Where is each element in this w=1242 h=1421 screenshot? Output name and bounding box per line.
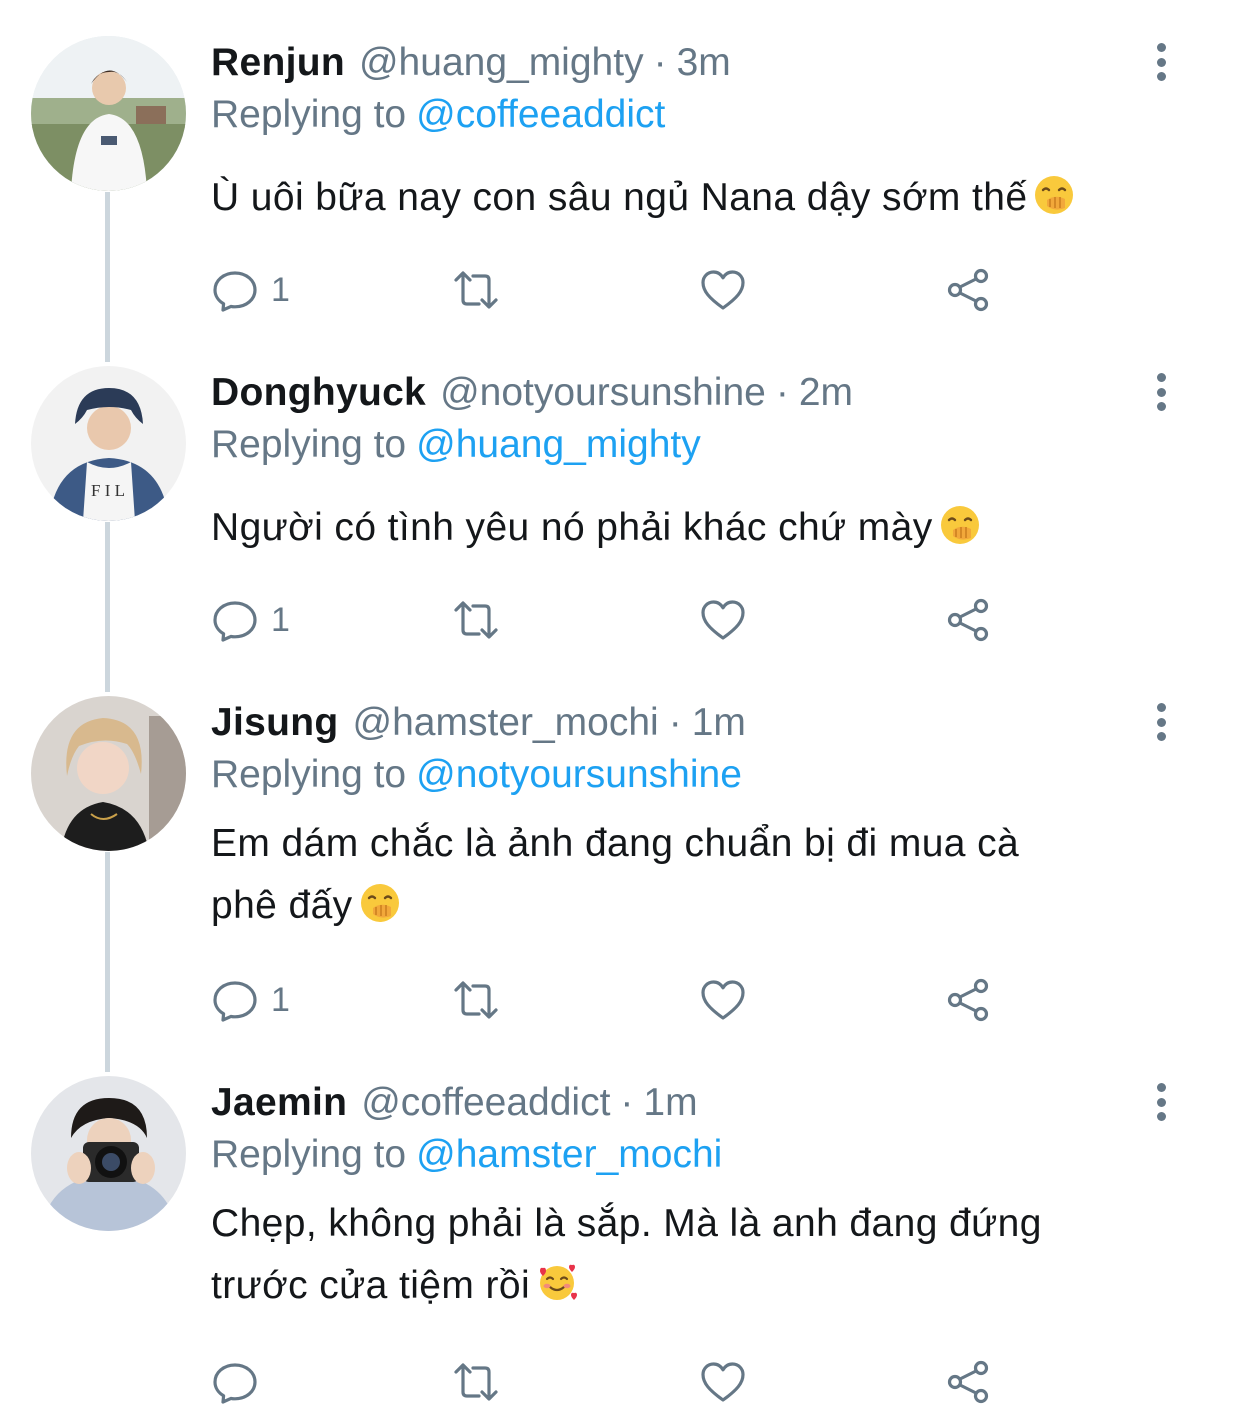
separator-dot: ·: [775, 371, 789, 414]
tweet-text-content: Người có tình yêu nó phải khác chứ mày: [211, 506, 933, 549]
replying-to: Replying to @coffeeaddict: [211, 92, 665, 138]
mention-link[interactable]: @hamster_mochi: [416, 1133, 722, 1176]
share-icon: [947, 978, 989, 1022]
display-name[interactable]: Renjun: [211, 40, 345, 86]
retweet-button[interactable]: [452, 595, 500, 645]
display-name[interactable]: Jaemin: [211, 1080, 347, 1126]
more-options-icon[interactable]: [1145, 370, 1177, 414]
face-with-hand-over-mouth-icon: [1035, 176, 1074, 214]
tweet-actions: [211, 1357, 1011, 1407]
smiling-face-with-hearts-icon: [540, 1264, 578, 1300]
more-options-icon[interactable]: [1145, 700, 1177, 744]
heart-icon: [701, 270, 745, 310]
avatar[interactable]: [31, 696, 186, 851]
reply-thread: Renjun @huang_mighty · 3m Replying to @co…: [0, 0, 1242, 1421]
face-with-hand-over-mouth-icon: [360, 884, 399, 922]
reply-count: 1: [271, 980, 290, 1019]
tweet-header: Donghyuck @notyoursunshine · 2m: [211, 370, 853, 416]
tweet-text-line: trước cửa tiệm rồi: [211, 1264, 531, 1307]
tweet-text: Ù uôi bữa nay con sâu ngủ Nana dậy sớm t…: [211, 167, 1171, 229]
like-button[interactable]: [699, 975, 747, 1025]
reply-button[interactable]: 1: [211, 595, 290, 645]
retweet-button[interactable]: [452, 975, 500, 1025]
more-options-icon[interactable]: [1145, 40, 1177, 84]
timestamp[interactable]: 3m: [677, 40, 731, 86]
separator-dot: ·: [668, 701, 682, 744]
retweet-button[interactable]: [452, 1357, 500, 1407]
like-button[interactable]: [699, 1357, 747, 1407]
display-name[interactable]: Donghyuck: [211, 370, 426, 416]
reply-button[interactable]: 1: [211, 265, 290, 315]
reply-button[interactable]: [211, 1357, 271, 1407]
share-icon: [947, 268, 989, 312]
tweet-header: Renjun @huang_mighty · 3m: [211, 40, 731, 86]
replying-to: Replying to @huang_mighty: [211, 422, 701, 468]
tweet-text: Người có tình yêu nó phải khác chứ mày: [211, 497, 1171, 559]
replying-label: Replying to: [211, 1133, 407, 1176]
user-handle[interactable]: @hamster_mochi: [352, 700, 658, 746]
reply-count: 1: [271, 600, 290, 639]
tweet-header: Jisung @hamster_mochi · 1m: [211, 700, 746, 746]
mention-link[interactable]: @coffeeaddict: [416, 93, 665, 136]
timestamp[interactable]: 1m: [643, 1080, 697, 1126]
avatar[interactable]: F I L: [31, 366, 186, 521]
retweet-icon: [454, 981, 498, 1019]
reply-button[interactable]: 1: [211, 975, 290, 1025]
mention-link[interactable]: @huang_mighty: [416, 423, 701, 466]
heart-icon: [701, 980, 745, 1020]
tweet-header: Jaemin @coffeeaddict · 1m: [211, 1080, 698, 1126]
tweet-actions: 1: [211, 595, 1011, 645]
face-with-hand-over-mouth-icon: [940, 506, 979, 544]
svg-text:F I L: F I L: [91, 481, 125, 500]
tweet-actions: 1: [211, 265, 1011, 315]
tweet[interactable]: F I L Donghyuck @notyoursunshine · 2m Re…: [0, 330, 1242, 660]
more-options-icon[interactable]: [1145, 1080, 1177, 1124]
reply-icon: [213, 601, 257, 642]
share-button[interactable]: [944, 595, 992, 645]
heart-icon: [701, 600, 745, 640]
tweet-text-line: Em dám chắc là ảnh đang chuẩn bị đi mua …: [211, 822, 1020, 865]
avatar[interactable]: [31, 1076, 186, 1231]
retweet-icon: [454, 271, 498, 309]
tweet-text-line: phê đấy: [211, 884, 353, 927]
retweet-icon: [454, 1363, 498, 1401]
tweet[interactable]: Jisung @hamster_mochi · 1m Replying to @n…: [0, 660, 1242, 1045]
retweet-button[interactable]: [452, 265, 500, 315]
like-button[interactable]: [699, 265, 747, 315]
replying-to: Replying to @notyoursunshine: [211, 752, 742, 798]
tweet-text: Chẹp, không phải là sắp. Mà là anh đang …: [211, 1193, 1171, 1317]
replying-label: Replying to: [211, 753, 407, 796]
user-handle[interactable]: @notyoursunshine: [440, 370, 766, 416]
tweet-text-content: Ù uôi bữa nay con sâu ngủ Nana dậy sớm t…: [211, 176, 1028, 219]
tweet-text: Em dám chắc là ảnh đang chuẩn bị đi mua …: [211, 813, 1171, 937]
share-button[interactable]: [944, 975, 992, 1025]
user-handle[interactable]: @huang_mighty: [359, 40, 644, 86]
like-button[interactable]: [699, 595, 747, 645]
replying-to: Replying to @hamster_mochi: [211, 1132, 722, 1178]
tweet[interactable]: Jaemin @coffeeaddict · 1m Replying to @ha…: [0, 1040, 1242, 1421]
reply-icon: [213, 1363, 257, 1404]
reply-icon: [213, 981, 257, 1022]
share-button[interactable]: [944, 265, 992, 315]
timestamp[interactable]: 1m: [692, 700, 746, 746]
timestamp[interactable]: 2m: [799, 370, 853, 416]
reply-count: 1: [271, 270, 290, 309]
display-name[interactable]: Jisung: [211, 700, 338, 746]
tweet-text-line: Chẹp, không phải là sắp. Mà là anh đang …: [211, 1202, 1042, 1245]
tweet[interactable]: Renjun @huang_mighty · 3m Replying to @co…: [0, 0, 1242, 330]
mention-link[interactable]: @notyoursunshine: [416, 753, 742, 796]
retweet-icon: [454, 601, 498, 639]
reply-icon: [213, 271, 257, 312]
avatar[interactable]: [31, 36, 186, 191]
tweet-actions: 1: [211, 975, 1011, 1025]
share-button[interactable]: [944, 1357, 992, 1407]
replying-label: Replying to: [211, 93, 407, 136]
heart-icon: [701, 1362, 745, 1402]
share-icon: [947, 1360, 989, 1404]
share-icon: [947, 598, 989, 642]
user-handle[interactable]: @coffeeaddict: [361, 1080, 610, 1126]
separator-dot: ·: [620, 1081, 634, 1124]
separator-dot: ·: [653, 41, 667, 84]
replying-label: Replying to: [211, 423, 407, 466]
